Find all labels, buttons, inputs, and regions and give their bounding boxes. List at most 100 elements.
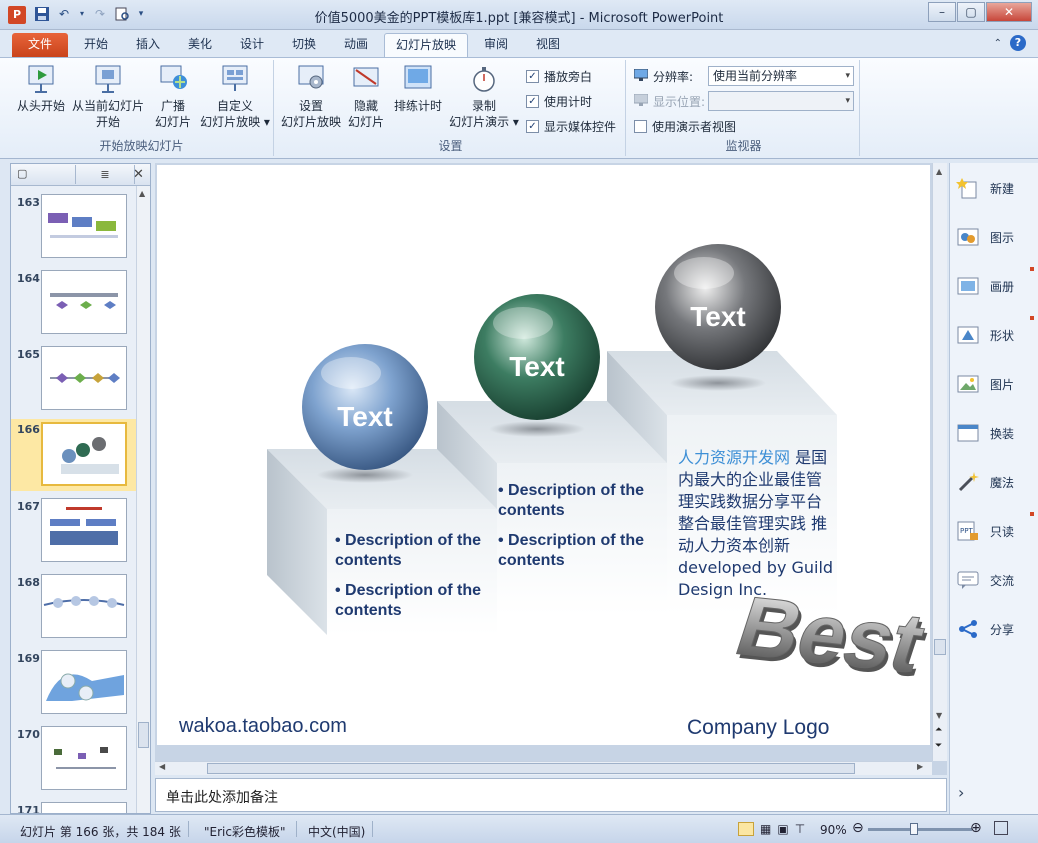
side-item-new[interactable]: 新建 [956,173,1036,203]
footer-website[interactable]: wakoa.taobao.com [179,715,347,738]
tab-file[interactable]: 文件 [12,33,68,57]
side-item-diagram[interactable]: 图示 [956,222,1036,252]
slide-thumbnail-selected[interactable] [41,422,127,486]
slides-tab-icon[interactable]: ▢ [17,167,27,180]
close-pane-icon[interactable]: ✕ [133,167,144,182]
scroll-up-icon[interactable]: ▲ [936,167,942,176]
scroll-down-icon[interactable]: ▼ [936,711,942,720]
slide-thumbnail[interactable] [41,194,127,258]
from-current-slide-button[interactable]: 从当前幻灯片 开始 [70,64,146,130]
side-item-theme[interactable]: 换装 [956,418,1036,448]
rehearse-timings-button[interactable]: 排练计时 [390,64,446,114]
hide-slide-button[interactable]: 隐藏 幻灯片 [344,64,388,130]
slideshow-view-icon[interactable]: ⊤ [795,822,805,836]
slide-thumbnail[interactable] [41,726,127,790]
normal-view-icon[interactable] [738,822,754,836]
play-narrations-checkbox[interactable]: ✓ 播放旁白 [526,68,592,85]
side-item-shape[interactable]: 形状 [956,316,1036,350]
thumbnail-scrollbar[interactable]: ▲ [136,186,150,813]
fit-to-window-icon[interactable] [994,821,1008,835]
thumbnail-row[interactable]: 170 [11,724,136,794]
record-slideshow-button[interactable]: 录制 幻灯片演示 ▾ [448,64,520,130]
slide-thumbnail[interactable] [41,346,127,410]
sphere-label-middle[interactable]: Text [487,351,587,383]
thumbnail-row[interactable]: 171 [11,800,136,813]
thumbnail-row[interactable]: 167 [11,496,136,566]
footer-company-logo[interactable]: Company Logo [687,716,829,740]
left-bullet-1[interactable]: • Description of the contents [335,531,495,571]
side-item-album[interactable]: 画册 [956,267,1036,301]
presenter-view-checkbox[interactable]: 使用演示者视图 [634,118,736,135]
scroll-up-icon[interactable]: ▲ [139,189,145,198]
next-slide-icon[interactable]: ⏷ [935,741,942,751]
minimize-ribbon-icon[interactable]: ⌃ [994,38,1002,49]
middle-bullet-2[interactable]: • Description of the contents [498,531,658,571]
slide-thumbnail[interactable] [41,270,127,334]
tab-view[interactable]: 视图 [526,33,570,57]
thumbnail-row[interactable]: 163 [11,192,136,262]
tab-animations[interactable]: 动画 [334,33,378,57]
tab-design[interactable]: 设计 [230,33,274,57]
slide-horizontal-scrollbar[interactable]: ◀ ▶ [155,761,932,775]
slide-canvas[interactable]: Best Best Text Text Text • Description o… [157,165,930,745]
from-beginning-button[interactable]: 从头开始 [12,64,70,114]
left-bullet-2[interactable]: • Description of the contents [335,581,495,621]
thumbnail-row[interactable]: 165 [11,344,136,414]
scroll-thumb[interactable] [207,763,855,774]
close-button[interactable]: ✕ [986,2,1032,22]
setup-slideshow-button[interactable]: 设置 幻灯片放映 [278,64,344,130]
side-item-chat[interactable]: 交流 [956,565,1036,595]
outline-tab-icon[interactable]: ≣ [75,165,135,184]
scroll-left-icon[interactable]: ◀ [159,762,165,771]
tab-insert[interactable]: 插入 [126,33,170,57]
notes-pane[interactable]: 单击此处添加备注 [155,778,947,812]
thumbnail-row[interactable]: 168 [11,572,136,642]
slide-thumbnail[interactable] [41,498,127,562]
side-item-picture[interactable]: 图片 [956,369,1036,399]
custom-slideshow-button[interactable]: 自定义 幻灯片放映 ▾ [198,64,272,130]
theme-status[interactable]: "Eric彩色模板" [204,823,286,840]
side-item-share[interactable]: 分享 [956,614,1036,644]
previous-slide-icon[interactable]: ⏶ [935,725,942,735]
help-icon[interactable]: ? [1010,35,1026,51]
resolution-label: 分辨率: [633,68,693,85]
slide-vertical-scrollbar[interactable]: ▲ ▼ ⏶ ⏷ [932,163,947,761]
slide-thumbnail[interactable] [41,802,127,813]
sphere-label-left[interactable]: Text [315,401,415,433]
reading-view-icon[interactable]: ▣ [777,822,788,836]
chevron-right-icon[interactable]: › [958,783,964,802]
language-status[interactable]: 中文(中国) [308,823,365,840]
scroll-thumb[interactable] [934,639,946,655]
sphere-label-right[interactable]: Text [668,301,768,333]
slide-sorter-icon[interactable]: ▦ [760,822,771,836]
group-monitor: 分辨率: 使用当前分辨率 ▾ 显示位置: ▾ 使用演示者视图 监视器 [628,60,860,156]
tab-slideshow[interactable]: 幻灯片放映 [384,33,468,57]
slide-thumbnail[interactable] [41,650,127,714]
right-text-block[interactable]: 人力资源开发网 是国内最大的企业最佳管理实践数据分享平台 整合最佳管理实践 推动… [678,447,834,601]
zoom-slider-thumb[interactable] [910,823,919,835]
use-timings-checkbox[interactable]: ✓ 使用计时 [526,93,592,110]
side-item-magic[interactable]: 魔法 [956,467,1036,497]
side-item-readonly[interactable]: PPT 只读 [956,512,1036,546]
tab-transitions[interactable]: 切换 [282,33,326,57]
scroll-right-icon[interactable]: ▶ [917,762,923,771]
thumbnail-row-selected[interactable]: 166 [11,419,136,491]
show-on-combo[interactable]: ▾ [708,91,854,111]
show-media-controls-checkbox[interactable]: ✓ 显示媒体控件 [526,118,616,135]
minimize-button[interactable]: – [928,2,956,22]
tab-review[interactable]: 审阅 [474,33,518,57]
maximize-button[interactable]: ▢ [957,2,985,22]
zoom-level[interactable]: 90% [820,823,847,837]
tab-home[interactable]: 开始 [74,33,118,57]
slide-thumbnail[interactable] [41,574,127,638]
resolution-combo[interactable]: 使用当前分辨率 ▾ [708,66,854,86]
middle-bullet-1[interactable]: • Description of the contents [498,481,658,521]
zoom-in-icon[interactable]: ⊕ [970,820,982,836]
broadcast-slideshow-button[interactable]: 广播 幻灯片 [148,64,198,130]
thumbnail-row[interactable]: 169 [11,648,136,718]
zoom-out-icon[interactable]: ⊖ [852,820,864,836]
zoom-slider[interactable] [868,823,972,835]
scroll-thumb[interactable] [138,722,149,748]
tab-beautify[interactable]: 美化 [178,33,222,57]
thumbnail-row[interactable]: 164 [11,268,136,338]
